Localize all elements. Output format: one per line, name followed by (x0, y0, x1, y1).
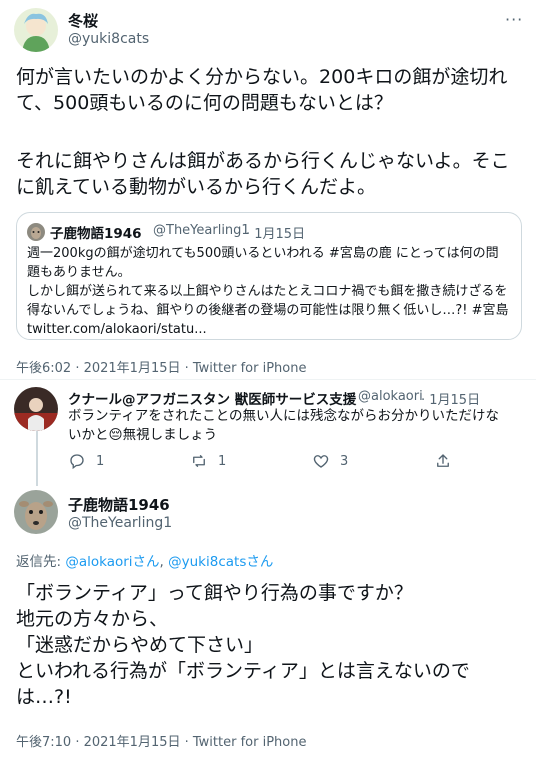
more-options-icon[interactable]: ··· (505, 10, 523, 29)
quoted-avatar (27, 223, 45, 241)
replying-to: 返信先: @alokaoriさん, @yuki8catsさん (16, 550, 273, 570)
focus-author-handle[interactable]: @TheYearling1 (68, 515, 172, 531)
reply-author-name[interactable]: クナール@アフガニスタン 獣医師サービス支援 (68, 388, 356, 408)
avatar-theyearling1[interactable] (14, 490, 58, 534)
replying-to-alokaori[interactable]: @alokaoriさん (65, 554, 159, 570)
retweet-icon[interactable] (190, 452, 208, 470)
quoted-date: · 1月15日 (246, 227, 306, 242)
reply-author-handle[interactable]: @alokaori (358, 389, 423, 404)
main-tweet-text-p2: それに餌やりさんは餌があるから行くんじゃないよ。そこに飢えている動物がいるから行… (16, 150, 510, 198)
quoted-author-handle: @TheYearling1 (153, 223, 250, 238)
retweet-count: 1 (218, 453, 227, 469)
share-action[interactable] (434, 452, 452, 470)
quoted-author-name: 子鹿物語1946 (50, 226, 142, 242)
reply-tweet-text: ボランティアをされたことの無い人には残念ながらお分かりいただけないかと😔無視しま… (68, 408, 500, 443)
main-tweet-timestamp[interactable]: 午後6:02 · 2021年1月15日 · Twitter for iPhone (16, 357, 306, 376)
reply-date[interactable]: · 1月15日 (421, 389, 480, 408)
quoted-tweet-card[interactable]: 子鹿物語1946 @TheYearling1 · 1月15日 週一200kgの餌… (16, 212, 522, 340)
main-tweet-text-p1: 何が言いたいのかよく分からない。200キロの餌が途切れて、500頭もいるのに何の… (16, 66, 508, 114)
share-icon[interactable] (434, 452, 452, 470)
focus-author-name[interactable]: 子鹿物語1946 (68, 494, 170, 515)
retweet-action[interactable]: 1 (190, 452, 226, 470)
avatar-alokaori[interactable] (14, 387, 58, 431)
quoted-tweet-text: 週一200kgの餌が途切れても500頭いるといわれる #宮島の鹿 にとっては何の… (27, 246, 509, 337)
main-author-handle[interactable]: @yuki8cats (68, 31, 149, 47)
reply-count: 1 (96, 453, 105, 469)
focus-tweet-timestamp[interactable]: 午後7:10 · 2021年1月15日 · Twitter for iPhone (16, 731, 306, 750)
replying-to-separator: , (159, 554, 169, 570)
reply-action[interactable]: 1 (68, 452, 104, 470)
reply-icon[interactable] (68, 452, 86, 470)
replying-to-yuki8cats[interactable]: @yuki8catsさん (168, 554, 273, 570)
replying-to-label: 返信先: (16, 554, 66, 570)
divider (0, 379, 536, 380)
avatar-yuki8cats[interactable] (14, 8, 58, 52)
like-icon[interactable] (312, 452, 330, 470)
main-author-name[interactable]: 冬桜 (68, 10, 98, 31)
thread-connector (36, 431, 38, 486)
focus-tweet-text: 「ボランティア」って餌やり行為の事ですか？ 地元の方々から、 「迷惑だからやめて… (16, 582, 470, 708)
like-count: 3 (340, 453, 349, 469)
like-action[interactable]: 3 (312, 452, 348, 470)
